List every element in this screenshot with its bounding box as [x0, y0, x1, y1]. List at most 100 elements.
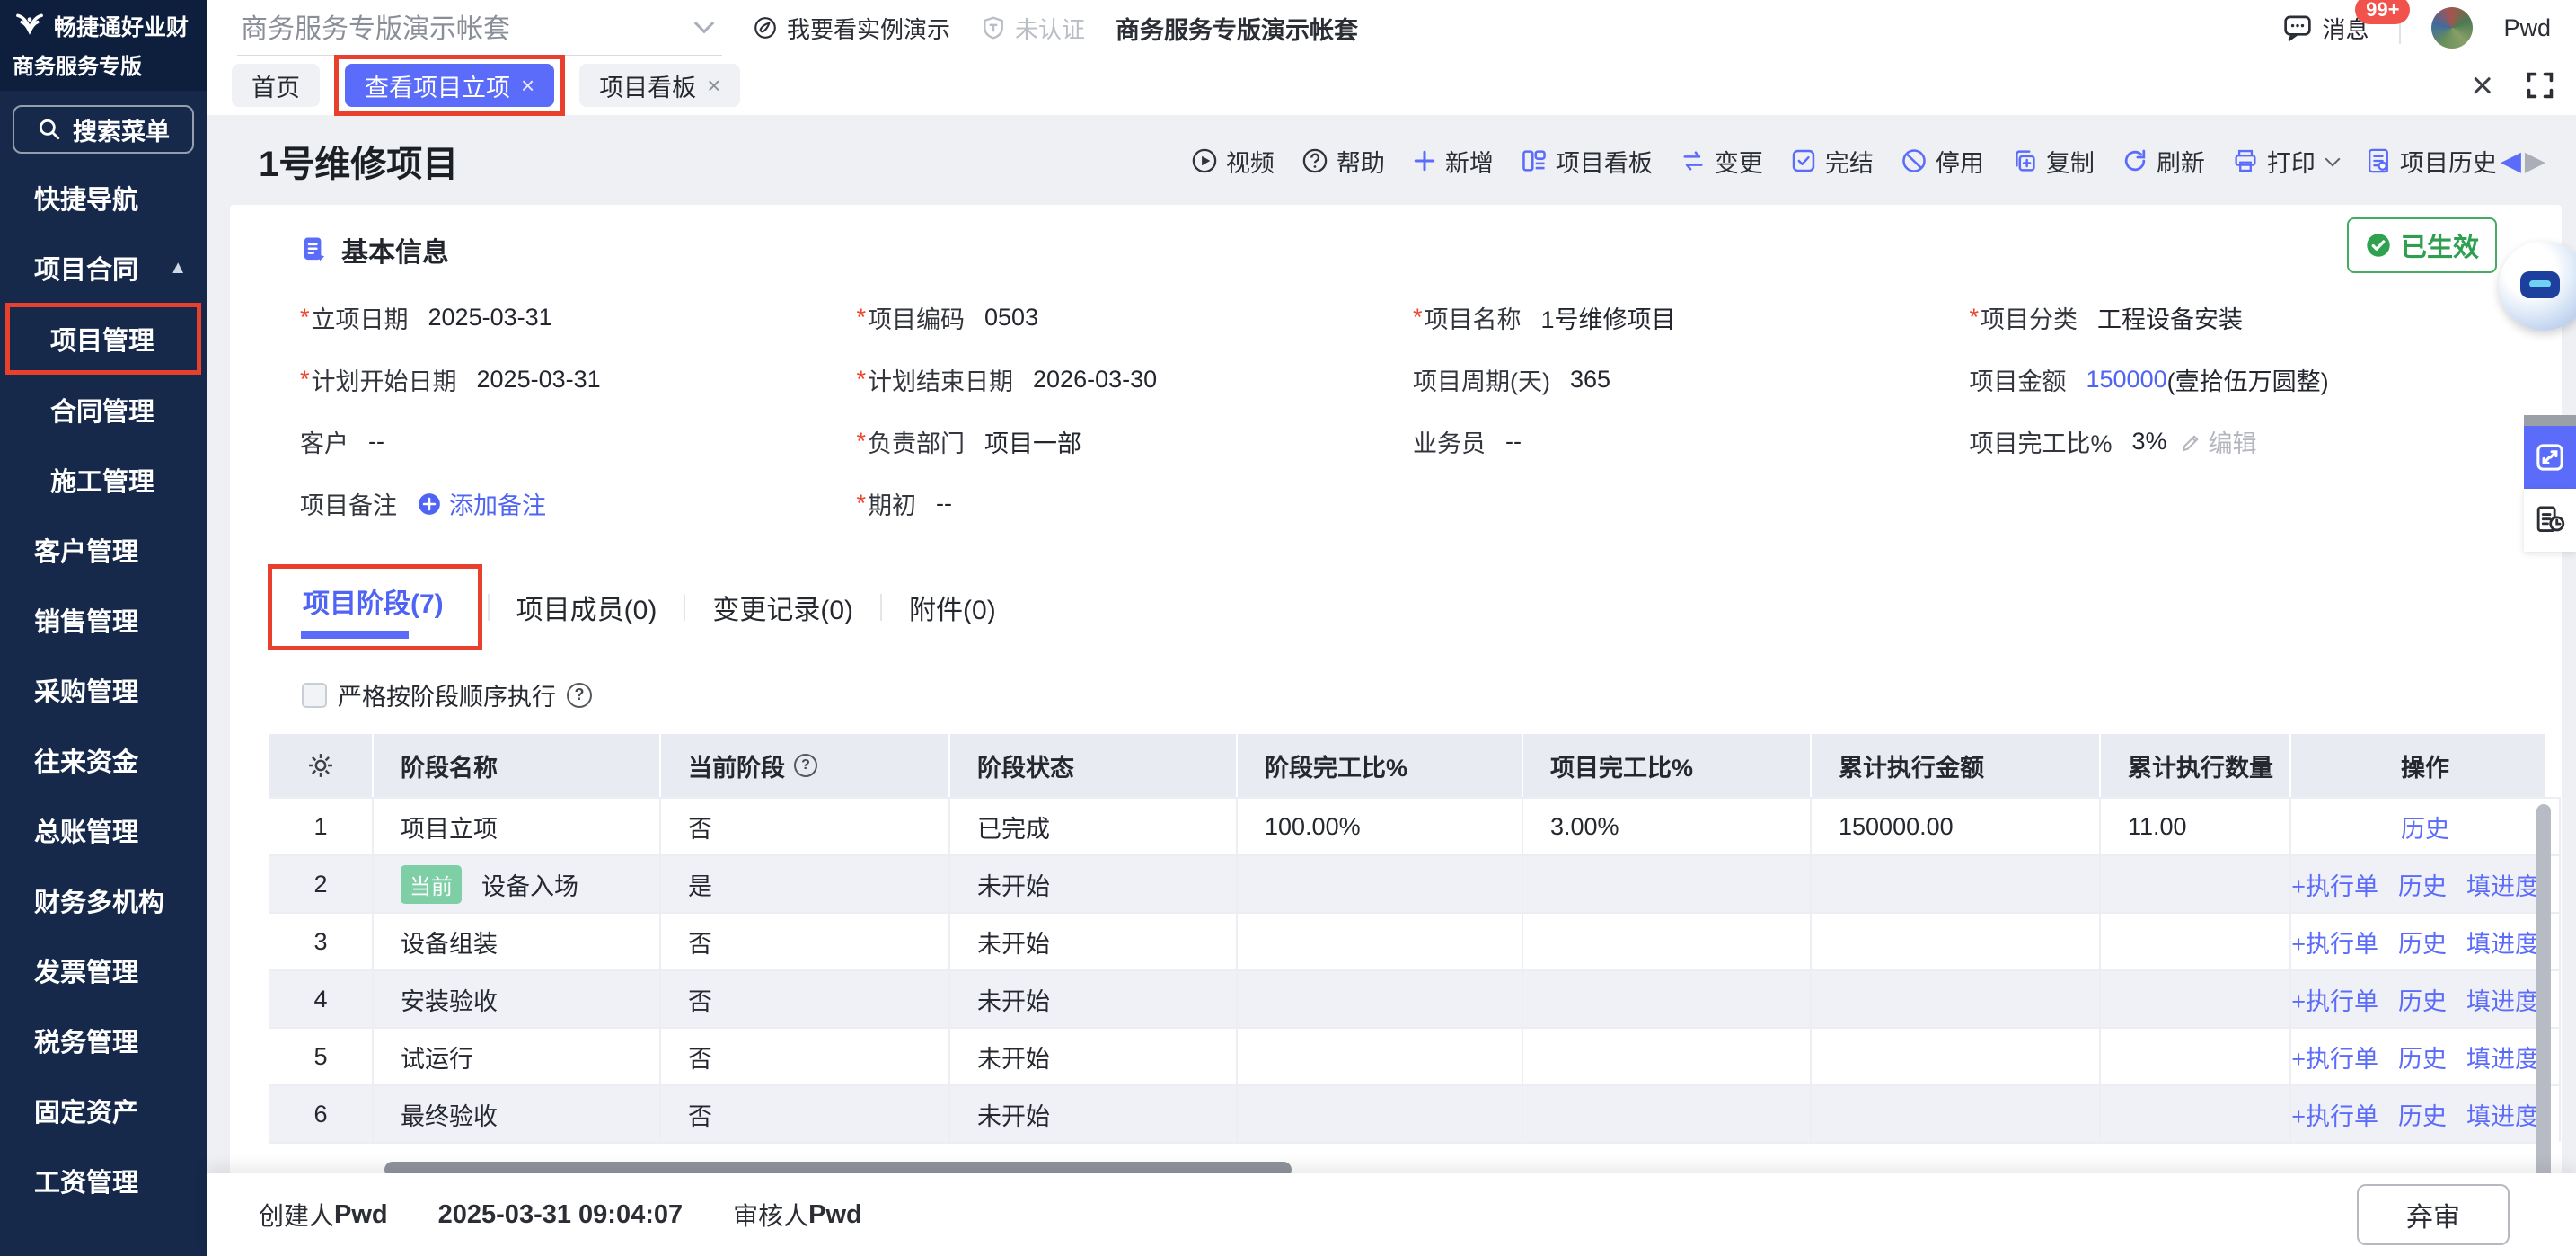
- close-icon[interactable]: ×: [2471, 66, 2493, 104]
- column-header-label: 项目完工比%: [1550, 748, 1693, 783]
- toolbar-disable-button[interactable]: 停用: [1901, 144, 1984, 179]
- op-link-exec-order[interactable]: +执行单: [2291, 1097, 2378, 1132]
- toolbar-copy-button[interactable]: 复制: [2011, 144, 2095, 179]
- detail-tab-0[interactable]: 项目阶段(7): [276, 572, 471, 630]
- toolbar-change-button[interactable]: 变更: [1680, 144, 1763, 179]
- required-asterisk: *: [1970, 304, 1980, 332]
- stage-name-cell: 当前设备入场: [374, 854, 661, 912]
- sidebar-item-8[interactable]: 往来资金: [0, 725, 207, 795]
- fullscreen-icon[interactable]: [2524, 69, 2556, 102]
- op-link-history[interactable]: 历史: [2398, 1097, 2447, 1132]
- op-link-history[interactable]: 历史: [2398, 1039, 2447, 1075]
- strict-order-checkbox[interactable]: [302, 683, 327, 708]
- detail-tab-2[interactable]: 变更记录(0): [685, 579, 880, 636]
- sidebar-item-1[interactable]: 项目合同▲: [0, 233, 207, 303]
- op-link-history[interactable]: 历史: [2398, 982, 2447, 1017]
- field-value[interactable]: 150000: [2086, 366, 2167, 394]
- op-link-fill-progress[interactable]: 填进度: [2466, 1039, 2539, 1075]
- sidebar-item-label: 客户管理: [34, 531, 138, 569]
- op-link-exec-order[interactable]: +执行单: [2291, 982, 2378, 1017]
- info-field-2: *项目名称1号维修项目: [1413, 300, 1970, 335]
- info-field-5: *计划结束日期2026-03-30: [857, 362, 1414, 397]
- column-header-label: 操作: [2401, 748, 2449, 783]
- op-link-exec-order[interactable]: +执行单: [2291, 1039, 2378, 1075]
- toolbar-history-button[interactable]: 项目历史: [2365, 144, 2497, 179]
- sidebar-item-3[interactable]: 合同管理: [0, 375, 207, 445]
- toolbar-print-button[interactable]: 打印: [2232, 144, 2338, 179]
- detail-tab-3[interactable]: 附件(0): [882, 579, 1023, 636]
- user-name[interactable]: Pwd: [2503, 14, 2551, 42]
- doc-history-button[interactable]: [2524, 489, 2576, 552]
- sidebar-item-9[interactable]: 总账管理: [0, 795, 207, 865]
- sidebar-item-12[interactable]: 税务管理: [0, 1005, 207, 1075]
- info-field-8: 客户--: [300, 424, 857, 459]
- op-link-fill-progress[interactable]: 填进度: [2466, 982, 2539, 1017]
- sidebar-item-0[interactable]: 快捷导航: [0, 163, 207, 233]
- field-value: 365: [1570, 366, 1610, 394]
- op-link-history[interactable]: 历史: [2398, 867, 2447, 902]
- op-link-exec-order[interactable]: +执行单: [2291, 924, 2378, 960]
- sidebar-item-6[interactable]: 销售管理: [0, 585, 207, 655]
- sidebar-item-label: 往来资金: [34, 741, 138, 779]
- account-set-select[interactable]: 商务服务专版演示帐套: [237, 0, 722, 57]
- next-record-button[interactable]: ▶: [2525, 146, 2545, 177]
- sidebar-item-5[interactable]: 客户管理: [0, 515, 207, 585]
- toolbar-kanban-button[interactable]: 项目看板: [1521, 144, 1653, 179]
- stage-status-cell: 未开始: [950, 1027, 1238, 1084]
- tab-0[interactable]: 首页: [232, 64, 320, 107]
- table-row-5: 5试运行否未开始+执行单历史填进度: [269, 1027, 2545, 1084]
- search-menu-button[interactable]: 搜索菜单: [13, 105, 194, 154]
- tab-close-icon[interactable]: ×: [521, 72, 534, 100]
- tab-close-icon[interactable]: ×: [707, 72, 720, 100]
- required-asterisk: *: [857, 490, 867, 517]
- user-avatar[interactable]: [2431, 7, 2473, 49]
- help-icon[interactable]: ?: [567, 683, 592, 708]
- detail-tab-1[interactable]: 项目成员(0): [490, 579, 684, 636]
- op-link-history[interactable]: 历史: [2398, 924, 2447, 960]
- section-title: 基本信息: [341, 230, 449, 270]
- op-link-fill-progress[interactable]: 填进度: [2466, 867, 2539, 902]
- op-link-exec-order[interactable]: +执行单: [2291, 867, 2378, 902]
- sidebar-item-4[interactable]: 施工管理: [0, 445, 207, 515]
- expand-panel-button[interactable]: [2524, 426, 2576, 489]
- sidebar-item-label: 固定资产: [34, 1092, 138, 1129]
- sidebar-item-label: 项目管理: [50, 320, 154, 358]
- op-link-history[interactable]: 历史: [2401, 809, 2449, 845]
- toolbar-play-button[interactable]: 视频: [1191, 144, 1275, 179]
- toolbar-complete-button[interactable]: 完结: [1790, 144, 1874, 179]
- help-icon[interactable]: ?: [794, 754, 817, 777]
- sidebar-item-13[interactable]: 固定资产: [0, 1075, 207, 1145]
- sidebar-item-14[interactable]: 工资管理: [0, 1145, 207, 1216]
- op-link-fill-progress[interactable]: 填进度: [2466, 924, 2539, 960]
- sidebar-item-label: 项目合同: [34, 249, 138, 287]
- floating-handle[interactable]: [2524, 415, 2576, 426]
- table-clipped-row: [269, 1142, 2545, 1154]
- op-link-fill-progress[interactable]: 填进度: [2466, 1097, 2539, 1132]
- edit-button[interactable]: 编辑: [2180, 424, 2257, 459]
- field-label: 计划开始日期: [312, 362, 457, 397]
- tab-1[interactable]: 查看项目立项×: [345, 64, 554, 107]
- demo-link[interactable]: 我要看实例演示: [753, 12, 950, 45]
- sidebar-item-10[interactable]: 财务多机构: [0, 865, 207, 935]
- current-stage-cell: 否: [661, 797, 950, 854]
- toolbar-plus-button[interactable]: 新增: [1412, 144, 1494, 179]
- gear-icon[interactable]: [306, 751, 335, 780]
- tab-2[interactable]: 项目看板×: [579, 64, 740, 107]
- sidebar-menu: 快捷导航项目合同▲ 项目管理合同管理施工管理客户管理销售管理采购管理往来资金总账管…: [0, 163, 207, 1216]
- sidebar-item-7[interactable]: 采购管理: [0, 655, 207, 725]
- toolbar-help-button[interactable]: 帮助: [1301, 144, 1385, 179]
- field-value: --: [368, 428, 384, 456]
- creator-label: 创建人: [259, 1197, 334, 1233]
- add-note-button[interactable]: 添加备注: [417, 486, 546, 521]
- prev-record-button[interactable]: ◀: [2501, 146, 2521, 177]
- account-name: 商务服务专版演示帐套: [1116, 11, 1358, 46]
- messages-button[interactable]: 消息 99+: [2282, 12, 2369, 45]
- required-asterisk: *: [857, 304, 867, 332]
- cert-status[interactable]: 未认证: [981, 12, 1085, 45]
- abandon-audit-button[interactable]: 弃审: [2357, 1184, 2510, 1245]
- sidebar-item-11[interactable]: 发票管理: [0, 935, 207, 1005]
- toolbar: 视频帮助新增项目看板变更完结停用复制刷新打印项目历史: [1191, 144, 2497, 179]
- toolbar-refresh-button[interactable]: 刷新: [2122, 144, 2205, 179]
- field-label: 项目金额: [1970, 362, 2067, 397]
- sidebar-item-2[interactable]: 项目管理: [5, 303, 201, 375]
